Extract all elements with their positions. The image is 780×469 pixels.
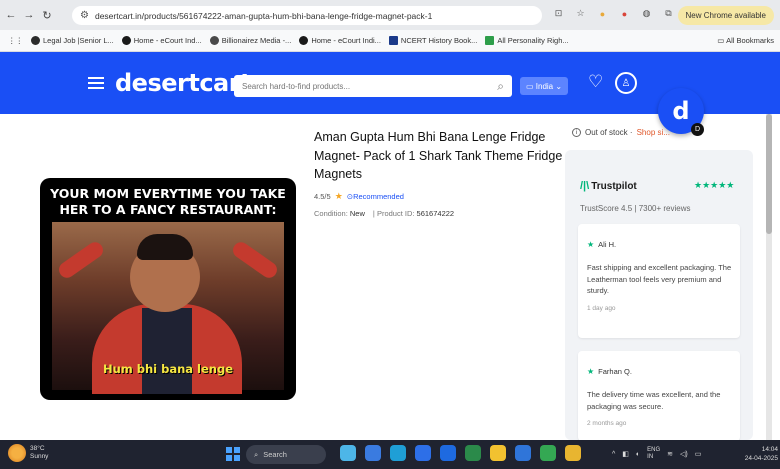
wifi-icon[interactable]: ≋ [667,450,673,458]
system-tray: ^ ◧ ◐ ENG IN ≋ ◁) ▭ [612,447,701,461]
review-time: 2 months ago [587,420,627,427]
extension-icon[interactable]: ● [596,7,609,20]
site-logo[interactable]: desertcart [115,69,252,97]
favicon-icon [209,36,219,45]
shop-similar-link[interactable]: Shop si... [637,128,670,137]
rating-value: 4.5/5 [314,192,331,201]
region-selector[interactable]: ▭ India ⌄ [520,77,569,95]
chevron-up-icon[interactable]: ^ [612,451,615,458]
meme-caption: Hum bhi bana lenge [102,362,234,376]
product-title: Aman Gupta Hum Bhi Bana Lenge Fridge Mag… [314,130,563,181]
trustpilot-stars: ★★★★★ [694,180,735,190]
trustpilot-score: TrustScore 4.5 | 7300+ reviews [580,204,691,213]
reviewer-name: Farhan Q. [598,367,632,376]
bookmark-item[interactable]: All Personality Righ... [485,36,569,45]
reviewer-name: Ali H. [598,240,617,249]
review-text: The delivery time was excellent, and the… [587,390,721,411]
translate-icon[interactable]: ⊡ [552,7,565,20]
favicon-icon [299,36,309,45]
tray-app-icon[interactable]: ◐ [636,451,640,458]
trustpilot-logo[interactable]: /|\ Trustpilot [580,180,637,192]
windows-taskbar: 38°C Sunny ⌕ Search ^ ◧ ◐ ENG IN ≋ ◁) ▭ 14:… [0,440,780,469]
address-bar[interactable]: ⚙ desertcart.in/products/561674222-aman-… [72,6,542,25]
condition-value: New [349,209,365,218]
search-icon: ⌕ [254,449,259,459]
bookmarks-bar: ⋮⋮ Legal Job |Senior L... Home - eCourt … [0,30,780,52]
review-time: 1 day ago [587,304,616,312]
recommended-badge: ⊙Recommended [346,192,404,201]
browser-toolbar: ← → ↻ ⚙ desertcart.in/products/561674222… [0,0,780,30]
star-icon: ★ [587,367,595,376]
taskbar-search[interactable]: ⌕ Search [246,445,326,464]
widgets-app-icon[interactable] [340,445,356,461]
meme-top-text: YOUR MOM EVERYTIME YOU TAKE HER TO A FAN… [50,186,286,217]
battery-icon[interactable]: ▭ [695,450,702,458]
apps-icon[interactable]: ⋮⋮ [8,36,23,45]
tray-app-icon[interactable]: ◧ [622,450,629,458]
product-id: 561674222 [416,209,455,218]
app-icon[interactable] [515,445,531,461]
favicon-icon [485,36,495,45]
bookmark-item[interactable]: Home - eCourt Indi... [299,36,381,45]
bookmark-item[interactable]: NCERT History Book... [388,36,477,45]
back-icon[interactable]: ← [4,8,18,22]
menu-icon[interactable] [88,77,104,89]
taskview-app-icon[interactable] [365,445,381,461]
star-icon: ★ [587,240,595,249]
scrollbar-thumb[interactable] [766,114,772,234]
favicon-icon [121,36,131,45]
extension-icon[interactable]: ◍ [640,7,653,20]
file-explorer-icon[interactable] [490,445,506,461]
store-app-icon[interactable] [415,445,431,461]
heart-icon[interactable]: ♡ [588,72,603,92]
search-icon[interactable]: ⌕ [497,79,504,94]
star-icon: ★ [334,191,343,201]
clock[interactable]: 14:04 24-04-2025 [744,445,778,463]
info-icon: i [572,128,581,137]
extension-icon[interactable]: ● [618,7,631,20]
extensions-puzzle-icon[interactable]: ⧉ [662,7,675,20]
stock-status: i Out of stock · Shop si... [572,128,670,137]
volume-icon[interactable]: ◁) [680,450,688,458]
review-card: ★ Ali H. Fast shipping and excellent pack… [578,224,740,338]
bookmark-item[interactable]: Legal Job |Senior L... [31,36,114,45]
taskbar-apps [340,445,581,461]
new-chrome-button[interactable]: New Chrome available [677,6,774,25]
bookmark-item[interactable]: Home - eCourt Ind... [121,36,202,45]
edge-app-icon[interactable] [390,445,406,461]
fab-badge: D [691,123,704,136]
reload-icon[interactable]: ↻ [40,8,54,22]
bookmark-star-icon[interactable]: ☆ [574,7,587,20]
windows-start-icon[interactable] [226,447,240,461]
weather-widget[interactable]: 38°C Sunny [8,444,48,462]
trustpilot-icon: /|\ [580,180,590,192]
all-bookmarks-button[interactable]: ▭ All Bookmarks [717,36,774,45]
account-icon[interactable]: ♙ [615,72,637,94]
product-meta: Condition: New | Product ID: 561674222 [314,209,455,218]
product-image[interactable]: YOUR MOM EVERYTIME YOU TAKE HER TO A FAN… [40,178,296,400]
search-input[interactable] [242,81,482,91]
sun-icon [8,444,26,462]
app-icon[interactable] [465,445,481,461]
favicon-icon [388,36,398,45]
search-bar: ⌕ [234,75,512,97]
site-info-icon[interactable]: ⚙ [80,10,89,21]
app-icon[interactable] [565,445,581,461]
url-text: desertcart.in/products/561674222-aman-gu… [94,10,433,21]
app-icon[interactable] [440,445,456,461]
favicon-icon [31,36,40,45]
language-indicator[interactable]: ENG IN [647,447,660,461]
chrome-app-icon[interactable] [540,445,556,461]
review-text: Fast shipping and excellent packaging. T… [587,263,732,295]
chrome-actions: ⊡ ☆ ● ● ◍ ⧉ ● [552,7,697,20]
bookmark-item[interactable]: Billionairez Media -... [209,36,291,45]
forward-icon[interactable]: → [22,8,36,22]
review-card: ★ Farhan Q. The delivery time was excelle… [578,351,740,441]
rating-row: 4.5/5 ★ ⊙Recommended [314,191,404,202]
